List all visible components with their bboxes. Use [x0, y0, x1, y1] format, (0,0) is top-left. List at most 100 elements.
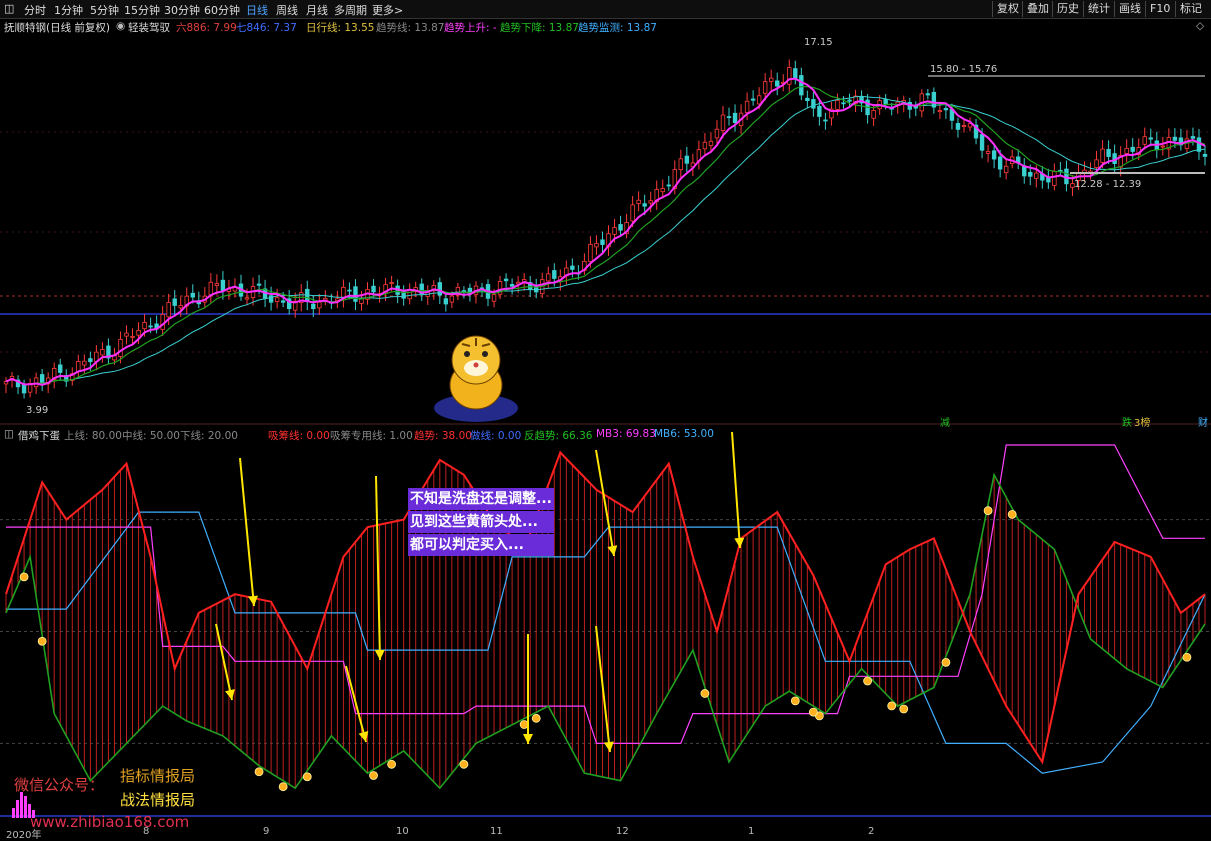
candle-body: [570, 265, 575, 270]
candle-body: [244, 297, 250, 300]
candle-body: [793, 68, 798, 80]
candle-body: [461, 290, 467, 293]
date-label: 11: [490, 826, 503, 837]
candle-body: [642, 203, 647, 207]
candle-body: [648, 200, 653, 204]
signal-dot: [700, 689, 710, 698]
candle-body: [588, 243, 593, 262]
candle-body: [991, 150, 997, 160]
signal-dot: [899, 704, 909, 714]
candle-body: [805, 97, 810, 102]
candle-body: [678, 158, 684, 171]
callout-line: 都可以判定买入...: [408, 534, 554, 556]
watermark-url: www.zhibiao168.com: [30, 813, 190, 831]
signal-dot: [302, 772, 312, 782]
counter-trend-line: [5, 472, 1206, 790]
candle-body: [256, 283, 262, 286]
candle-body: [961, 125, 967, 127]
candle-body: [443, 298, 449, 305]
date-label: 8: [143, 826, 150, 837]
buy-arrow: [215, 623, 233, 701]
candle-body: [823, 119, 828, 122]
candle-body: [714, 128, 720, 139]
candle-body: [1100, 148, 1105, 163]
buy-arrow: [239, 457, 255, 607]
signal-flag: 3榜: [1134, 418, 1151, 429]
candle-body: [546, 273, 551, 282]
signal-dot: [19, 572, 29, 582]
candle-body: [1130, 146, 1135, 152]
buy-arrow-head: [358, 731, 369, 742]
candle-body: [787, 67, 792, 85]
candle-body: [811, 99, 816, 109]
candle-body: [744, 100, 750, 113]
candle-body: [172, 298, 177, 306]
candle-body: [274, 297, 280, 302]
signal-dot: [459, 759, 469, 769]
candle-body: [1148, 137, 1153, 140]
buy-arrow-head: [734, 537, 745, 548]
candle-body: [491, 294, 497, 302]
candle-body: [799, 75, 804, 96]
ma-line-green: [5, 85, 1206, 386]
signal-dot: [808, 707, 818, 717]
candle-body: [449, 295, 455, 303]
date-label: 9: [263, 826, 270, 837]
signal-dot: [863, 676, 872, 686]
signal-dot: [519, 720, 529, 729]
watermark-wechat: 微信公众号：: [14, 776, 105, 794]
candle-body: [208, 281, 214, 296]
candle-body: [503, 278, 509, 282]
candle-body: [1106, 148, 1111, 157]
candle-body: [1094, 159, 1099, 168]
price-label: 17.15: [804, 37, 833, 48]
candle-body: [509, 284, 515, 287]
candle-body: [58, 364, 63, 373]
signal-dot: [790, 696, 800, 706]
candle-body: [979, 134, 985, 151]
signal-dot: [887, 701, 897, 711]
candle-body: [756, 95, 762, 105]
candle-body: [612, 227, 617, 235]
candle-body: [389, 282, 394, 284]
candle-body: [925, 93, 931, 96]
candle-body: [142, 322, 147, 330]
signal-dot: [387, 759, 397, 769]
candle-body: [1142, 136, 1147, 145]
candle-body: [750, 98, 756, 101]
candle-body: [762, 81, 768, 94]
signal-flag: 跌: [1122, 418, 1132, 429]
ma-line-magenta: [5, 77, 1206, 386]
candle-body: [847, 99, 852, 102]
candle-body: [1003, 165, 1009, 174]
signal-dot: [1182, 652, 1192, 662]
signal-flag: 财: [1198, 418, 1208, 429]
candle-body: [600, 239, 605, 245]
candle-body: [371, 285, 376, 293]
candle-body: [702, 141, 708, 150]
callout-line: 见到这些黄箭头处...: [408, 511, 554, 533]
candle-body: [118, 338, 123, 357]
candle-body: [684, 155, 690, 164]
candle-body: [552, 270, 557, 279]
signal-dot: [983, 506, 993, 516]
candle-body: [1202, 153, 1208, 157]
candle-body: [166, 302, 171, 318]
candle-body: [636, 199, 641, 204]
candle-body: [136, 330, 141, 336]
candle-body: [841, 102, 846, 105]
price-label: 15.80 - 15.76: [930, 64, 997, 75]
candle-body: [39, 374, 45, 383]
candle-body: [937, 110, 943, 113]
candle-body: [666, 184, 671, 187]
signal-dot: [1007, 510, 1017, 519]
candle-body: [76, 360, 81, 372]
candle-body: [720, 114, 726, 131]
candle-body: [997, 156, 1003, 170]
histogram-bar: [24, 796, 27, 818]
mascot-eye: [464, 351, 470, 357]
candle-body: [190, 292, 195, 298]
watermark-name2: 战法情报局: [120, 791, 196, 809]
candle-body: [130, 335, 135, 338]
buy-arrow: [595, 625, 611, 753]
